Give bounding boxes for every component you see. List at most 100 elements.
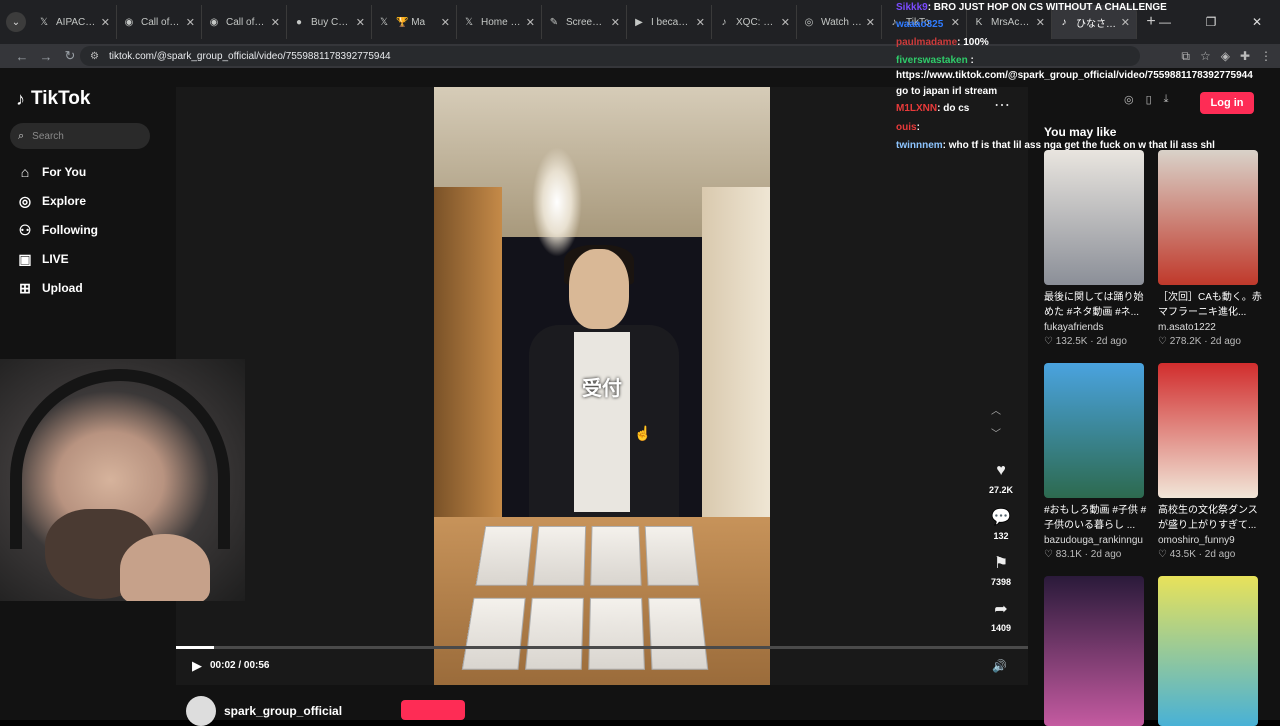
- volume-icon[interactable]: 🔊: [992, 659, 1007, 673]
- browser-tab[interactable]: 𝕏 Home / X ✕: [457, 5, 542, 39]
- compass-icon[interactable]: ◎: [1124, 93, 1134, 106]
- steam-icon: ◉: [124, 16, 134, 28]
- sidebar-item-for-you[interactable]: ⌂ For You: [16, 162, 86, 182]
- sidebar-item-label: Explore: [42, 194, 87, 208]
- video-frame[interactable]: 受付 ☝: [434, 87, 770, 685]
- chat-username[interactable]: twinnnem: [896, 140, 943, 151]
- url-text: tiktok.com/@spark_group_official/video/7…: [108, 50, 391, 62]
- chat-username[interactable]: fiverswastaken: [896, 55, 968, 66]
- recommended-video-user[interactable]: omoshiro_funny9: [1158, 535, 1235, 546]
- sidebar-item-label: Upload: [42, 281, 83, 295]
- close-tab-icon[interactable]: ✕: [441, 16, 450, 29]
- save-count: 7398: [990, 577, 1012, 587]
- video-player[interactable]: 受付 ☝ ⋯ ︿ ﹀ ♥ 27.2K 💬 132 ⚑ 7398 ➦ 1409 ▶…: [176, 87, 1028, 685]
- browser-tab[interactable]: ◉ Call of Dut ✕: [117, 5, 202, 39]
- forward-icon[interactable]: →: [34, 49, 58, 64]
- close-tab-icon[interactable]: ✕: [271, 16, 280, 29]
- chat-message: ouis:: [896, 120, 920, 135]
- video-time: 00:02 / 00:56: [210, 660, 270, 671]
- login-button[interactable]: Log in: [1200, 92, 1254, 114]
- browser-tab[interactable]: ✎ Screensho ✕: [542, 5, 627, 39]
- browser-tab[interactable]: ◉ Call of Dut ✕: [202, 5, 287, 39]
- avatar[interactable]: [186, 696, 216, 726]
- browser-tab[interactable]: ● Buy COD E ✕: [287, 5, 372, 39]
- chat-username[interactable]: ouis: [896, 122, 917, 133]
- recommended-video-thumbnail[interactable]: [1158, 576, 1258, 726]
- close-tab-icon[interactable]: ✕: [696, 16, 705, 29]
- chat-username[interactable]: Sikkk9: [896, 2, 928, 13]
- extension-icon[interactable]: ◈: [1221, 49, 1230, 63]
- chat-username[interactable]: M1LXNN: [896, 103, 937, 114]
- browser-tab[interactable]: ◎ Watch "M ✕: [797, 5, 882, 39]
- reload-icon[interactable]: ↻: [58, 48, 82, 64]
- browser-tab[interactable]: 𝕏 AIPAC - Se ✕: [32, 5, 117, 39]
- close-tab-icon[interactable]: ✕: [101, 16, 110, 29]
- follow-button[interactable]: [401, 700, 465, 720]
- tiktok-note-icon: ♪: [16, 88, 25, 109]
- recommended-video-caption[interactable]: 高校生の文化祭ダンスが盛り上がりすぎて...: [1158, 503, 1266, 533]
- recommended-video-caption[interactable]: 最後に関しては踊り始めた #ネタ動画 #ネ...: [1044, 290, 1152, 320]
- recommended-video-thumbnail[interactable]: [1044, 363, 1144, 498]
- close-tab-icon[interactable]: ✕: [951, 16, 960, 29]
- tab-title: AIPAC - Se: [56, 16, 97, 28]
- restore-icon[interactable]: ❐: [1188, 15, 1234, 29]
- phone-icon[interactable]: ▯: [1146, 93, 1152, 106]
- recommended-video-user[interactable]: bazudouga_rankinngu: [1044, 535, 1143, 546]
- photo-card: [648, 597, 709, 670]
- bookmark-star-icon[interactable]: ☆: [1200, 49, 1211, 63]
- close-tab-icon[interactable]: ✕: [611, 16, 620, 29]
- back-icon[interactable]: ←: [10, 49, 34, 64]
- menu-icon[interactable]: ⋮: [1260, 49, 1272, 63]
- close-tab-icon[interactable]: ✕: [356, 16, 365, 29]
- recommended-video-user[interactable]: fukayafriends: [1044, 322, 1103, 333]
- chat-username[interactable]: waaao325: [896, 19, 943, 30]
- browser-tab[interactable]: ♪ XQC: Diner ✕: [712, 5, 797, 39]
- recommended-video-thumbnail[interactable]: [1158, 363, 1258, 498]
- install-icon[interactable]: ⧉: [1181, 49, 1190, 64]
- comment-icon[interactable]: 💬: [989, 505, 1013, 529]
- video-person-shirt: [574, 332, 630, 512]
- search-placeholder: Search: [32, 130, 64, 142]
- close-tab-icon[interactable]: ✕: [526, 16, 535, 29]
- chevron-down-icon[interactable]: ﹀: [991, 425, 1001, 440]
- sidebar-item-explore[interactable]: ◎ Explore: [16, 191, 86, 211]
- bookmark-icon[interactable]: ⚑: [989, 551, 1013, 575]
- minimize-icon[interactable]: —: [1142, 15, 1188, 29]
- author-row[interactable]: spark_group_official: [186, 696, 342, 726]
- browser-tab[interactable]: ▶ I became ✕: [627, 5, 712, 39]
- close-tab-icon[interactable]: ✕: [1121, 16, 1130, 29]
- chat-message: waaao325: [896, 17, 943, 32]
- pen-icon: ✎: [549, 16, 559, 28]
- tiktok-logo[interactable]: ♪ TikTok: [16, 88, 90, 110]
- chevron-up-icon[interactable]: ︿: [991, 402, 1001, 417]
- author-name[interactable]: spark_group_official: [224, 704, 342, 718]
- share-icon[interactable]: ➦: [989, 597, 1013, 621]
- sidebar-item-upload[interactable]: ⊞ Upload: [16, 278, 83, 298]
- recommended-video-thumbnail[interactable]: [1044, 576, 1144, 726]
- puzzle-icon[interactable]: ✚: [1240, 49, 1250, 63]
- heart-icon[interactable]: ♥: [989, 459, 1013, 483]
- tab-search-icon[interactable]: ⌄: [6, 12, 26, 32]
- browser-tab[interactable]: 𝕏 🏆 Ma ✕: [372, 5, 457, 39]
- sidebar-item-live[interactable]: ▣ LIVE: [16, 249, 68, 269]
- close-tab-icon[interactable]: ✕: [781, 16, 790, 29]
- video-progress-bar[interactable]: [176, 646, 1028, 649]
- search-input[interactable]: ⌕ Search: [10, 123, 150, 149]
- site-info-icon[interactable]: ⚙: [90, 51, 99, 62]
- download-icon[interactable]: ⤓: [1164, 93, 1169, 106]
- sidebar-item-following[interactable]: ⚇ Following: [16, 220, 98, 240]
- recommended-video-caption[interactable]: ［次回］CAも動く。赤マフラーニキ進化...: [1158, 290, 1266, 320]
- recommended-video-user[interactable]: m.asato1222: [1158, 322, 1216, 333]
- play-icon[interactable]: ▶: [192, 658, 202, 674]
- close-tab-icon[interactable]: ✕: [1036, 16, 1045, 29]
- recommended-video-caption[interactable]: #おもしろ動画 #子供 #子供のいる暮らし ...: [1044, 503, 1152, 533]
- right-panel: ◎ ▯ ⤓ Log in You may like 最後に関しては踊り始めた #…: [1028, 68, 1280, 726]
- recommended-video-thumbnail[interactable]: [1044, 150, 1144, 285]
- close-window-icon[interactable]: ✕: [1234, 15, 1280, 29]
- close-tab-icon[interactable]: ✕: [186, 16, 195, 29]
- close-tab-icon[interactable]: ✕: [866, 16, 875, 29]
- recommended-video-thumbnail[interactable]: [1158, 150, 1258, 285]
- chat-message: https://www.tiktok.com/@spark_group_offi…: [896, 68, 1253, 83]
- tiktok-icon: ♪: [721, 16, 727, 28]
- chat-username[interactable]: paulmadame: [896, 37, 957, 48]
